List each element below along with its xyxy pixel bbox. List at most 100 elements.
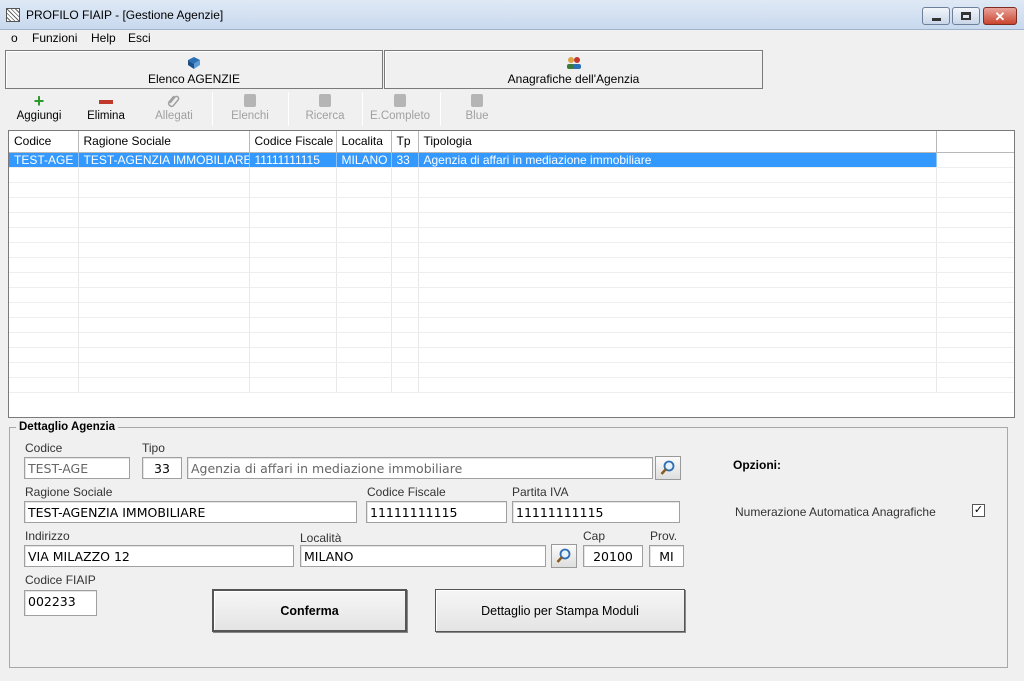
localita-lookup-button[interactable]	[551, 544, 577, 568]
conferma-button[interactable]: Conferma	[212, 589, 407, 632]
table-row[interactable]	[9, 347, 1014, 363]
window-title: PROFILO FIAIP - [Gestione Agenzie]	[26, 8, 224, 22]
table-cell	[336, 182, 392, 198]
menu-help[interactable]: Help	[91, 31, 116, 45]
table-row[interactable]	[9, 242, 1014, 258]
codice-field[interactable]: TEST-AGE	[24, 457, 130, 479]
table-cell	[336, 377, 392, 393]
table-row[interactable]	[9, 212, 1014, 228]
ecompleto-label: E.Completo	[369, 110, 431, 122]
allegati-button[interactable]: Allegati	[144, 93, 204, 125]
table-row[interactable]	[9, 317, 1014, 333]
maximize-button[interactable]	[952, 7, 980, 25]
table-cell	[9, 242, 79, 258]
menu-esci[interactable]: Esci	[128, 31, 151, 45]
tipo-description-field[interactable]: Agenzia di affari in mediazione immobili…	[187, 457, 653, 479]
table-cell	[336, 197, 392, 213]
table-cell	[9, 347, 79, 363]
table-cell: TEST-AGENZIA IMMOBILIARE	[78, 152, 250, 168]
table-cell-filler	[936, 317, 1014, 333]
table-cell	[9, 212, 79, 228]
table-cell	[418, 197, 937, 213]
table-cell	[418, 272, 937, 288]
table-row[interactable]	[9, 302, 1014, 318]
table-cell	[391, 287, 419, 303]
numerazione-label: Numerazione Automatica Anagrafiche	[735, 505, 936, 519]
table-cell	[391, 227, 419, 243]
column-header-tipologia[interactable]: Tipologia	[418, 131, 937, 153]
localita-field[interactable]: MILANO	[300, 545, 546, 567]
table-row[interactable]	[9, 167, 1014, 183]
blue-button[interactable]: Blue	[450, 93, 504, 125]
menu-o[interactable]: o	[11, 31, 18, 45]
cap-field[interactable]: 20100	[583, 545, 643, 567]
table-cell	[78, 362, 250, 378]
prov-field[interactable]: MI	[649, 545, 684, 567]
table-row[interactable]: TEST-AGE TEST-AGENZIA IMMOBILIARE 11111111…	[9, 152, 1014, 168]
table-cell	[78, 317, 250, 333]
column-header-codice[interactable]: Codice	[9, 131, 79, 153]
table-row[interactable]	[9, 197, 1014, 213]
table-cell: 33	[391, 152, 419, 168]
table-cell	[9, 182, 79, 198]
magnifier-icon	[660, 460, 675, 475]
elenchi-button[interactable]: Elenchi	[220, 93, 280, 125]
table-cell	[391, 302, 419, 318]
partita-iva-field[interactable]: 11111111115	[512, 501, 680, 523]
aggiungi-button[interactable]: + Aggiungi	[8, 92, 70, 125]
menu-funzioni[interactable]: Funzioni	[32, 31, 77, 45]
table-row[interactable]	[9, 377, 1014, 393]
codice-fiaip-field[interactable]: 002233	[24, 590, 97, 616]
table-cell	[418, 317, 937, 333]
numerazione-checkbox[interactable]: ✓	[972, 504, 985, 517]
table-row[interactable]	[9, 272, 1014, 288]
table-cell	[78, 287, 250, 303]
tipo-field[interactable]: 33	[142, 457, 182, 479]
column-header-ragione-sociale[interactable]: Ragione Sociale	[78, 131, 250, 153]
table-cell	[336, 317, 392, 333]
tab-anagrafiche-agenzia[interactable]: Anagrafiche dell'Agenzia	[384, 50, 763, 89]
indirizzo-label: Indirizzo	[25, 529, 70, 543]
ragione-sociale-field[interactable]: TEST-AGENZIA IMMOBILIARE	[24, 501, 357, 523]
table-row[interactable]	[9, 362, 1014, 378]
agenzie-grid[interactable]: Codice Ragione Sociale Codice Fiscale Lo…	[8, 130, 1015, 418]
aggiungi-label: Aggiungi	[16, 110, 62, 122]
toolbar-separator	[362, 92, 363, 126]
ecompleto-button[interactable]: E.Completo	[366, 93, 434, 125]
codice-fiscale-field[interactable]: 11111111115	[366, 501, 507, 523]
table-cell	[249, 332, 337, 348]
table-cell	[336, 242, 392, 258]
codice-fiaip-label: Codice FIAIP	[25, 573, 96, 587]
table-row[interactable]	[9, 227, 1014, 243]
minimize-button[interactable]	[922, 7, 950, 25]
dettaglio-stampa-button[interactable]: Dettaglio per Stampa Moduli	[435, 589, 685, 632]
table-cell	[78, 377, 250, 393]
table-row[interactable]	[9, 332, 1014, 348]
table-cell-filler	[936, 347, 1014, 363]
dettaglio-stampa-label: Dettaglio per Stampa Moduli	[481, 603, 639, 618]
table-row[interactable]	[9, 257, 1014, 273]
table-cell	[418, 212, 937, 228]
menu-bar: o Funzioni Help Esci	[0, 30, 1024, 46]
table-cell	[336, 212, 392, 228]
ricerca-button[interactable]: Ricerca	[296, 93, 354, 125]
close-button[interactable]: ✕	[983, 7, 1017, 25]
table-row[interactable]	[9, 182, 1014, 198]
table-cell	[9, 227, 79, 243]
table-cell-filler	[936, 257, 1014, 273]
column-header-localita[interactable]: Localita	[336, 131, 392, 153]
column-header-codice-fiscale[interactable]: Codice Fiscale	[249, 131, 337, 153]
table-row[interactable]	[9, 287, 1014, 303]
indirizzo-field[interactable]: VIA MILAZZO 12	[24, 545, 294, 567]
tipo-lookup-button[interactable]	[655, 456, 681, 480]
tab-elenco-agenzie[interactable]: Elenco AGENZIE	[5, 50, 383, 89]
elimina-label: Elimina	[87, 110, 125, 122]
table-cell	[249, 182, 337, 198]
elimina-button[interactable]: Elimina	[76, 93, 136, 125]
table-cell-filler	[936, 182, 1014, 198]
table-cell-filler	[936, 152, 1014, 168]
table-cell	[391, 377, 419, 393]
table-cell	[249, 167, 337, 183]
table-cell	[391, 182, 419, 198]
column-header-tp[interactable]: Tp	[391, 131, 419, 153]
